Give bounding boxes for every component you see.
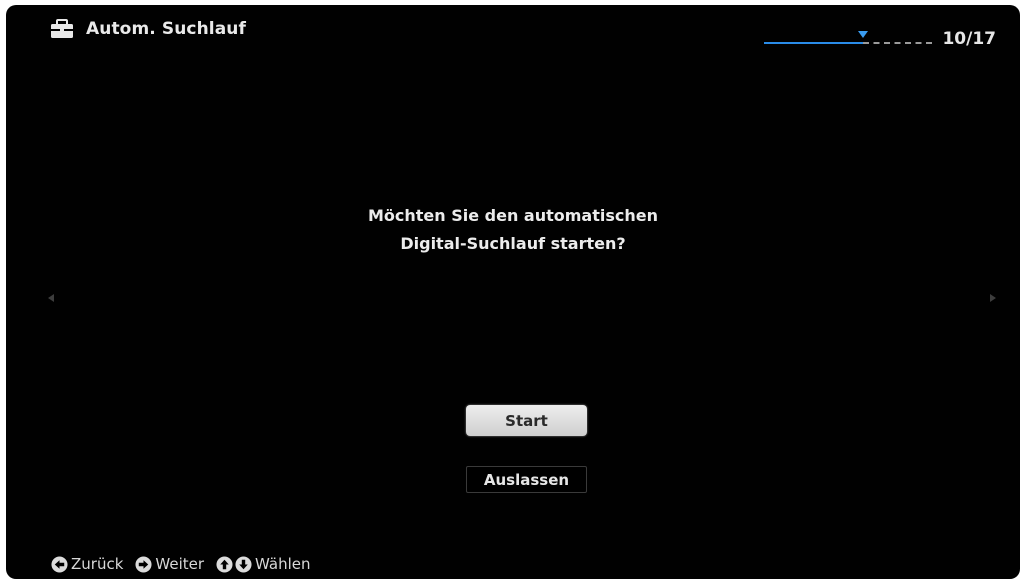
next-hint[interactable]: Weiter [135,555,204,573]
chevron-right-icon [990,294,996,302]
progress-bar [764,29,933,44]
start-button[interactable]: Start [466,405,587,436]
page-title: Autom. Suchlauf [86,19,246,39]
select-hint[interactable]: Wählen [216,555,311,573]
prompt-line-1: Möchten Sie den automatischen [367,206,658,225]
setup-progress: 10/17 [764,21,996,49]
toolbox-icon [51,19,73,38]
prompt-text: Möchten Sie den automatischen Digital-Su… [6,202,1020,258]
back-hint[interactable]: Zurück [51,555,123,573]
header: Autom. Suchlauf [50,19,246,39]
arrow-up-circle-icon [216,555,233,573]
next-hint-label: Weiter [155,555,205,573]
progress-marker-icon [858,31,869,38]
progress-fill [764,42,864,44]
progress-remaining [863,42,933,44]
footer-hints: Zurück Weiter Wählen [51,555,323,573]
arrow-left-circle-icon [51,555,68,573]
prompt-line-2: Digital-Suchlauf starten? [400,234,626,253]
step-counter: 10/17 [942,29,996,49]
arrow-down-circle-icon [235,555,252,573]
tv-menu-screen: Autom. Suchlauf 10/17 Möchten Sie den au… [6,5,1020,579]
select-hint-label: Wählen [255,555,311,573]
arrow-right-circle-icon [135,555,152,573]
chevron-left-icon [48,294,54,302]
back-hint-label: Zurück [71,555,124,573]
skip-button[interactable]: Auslassen [466,466,587,493]
